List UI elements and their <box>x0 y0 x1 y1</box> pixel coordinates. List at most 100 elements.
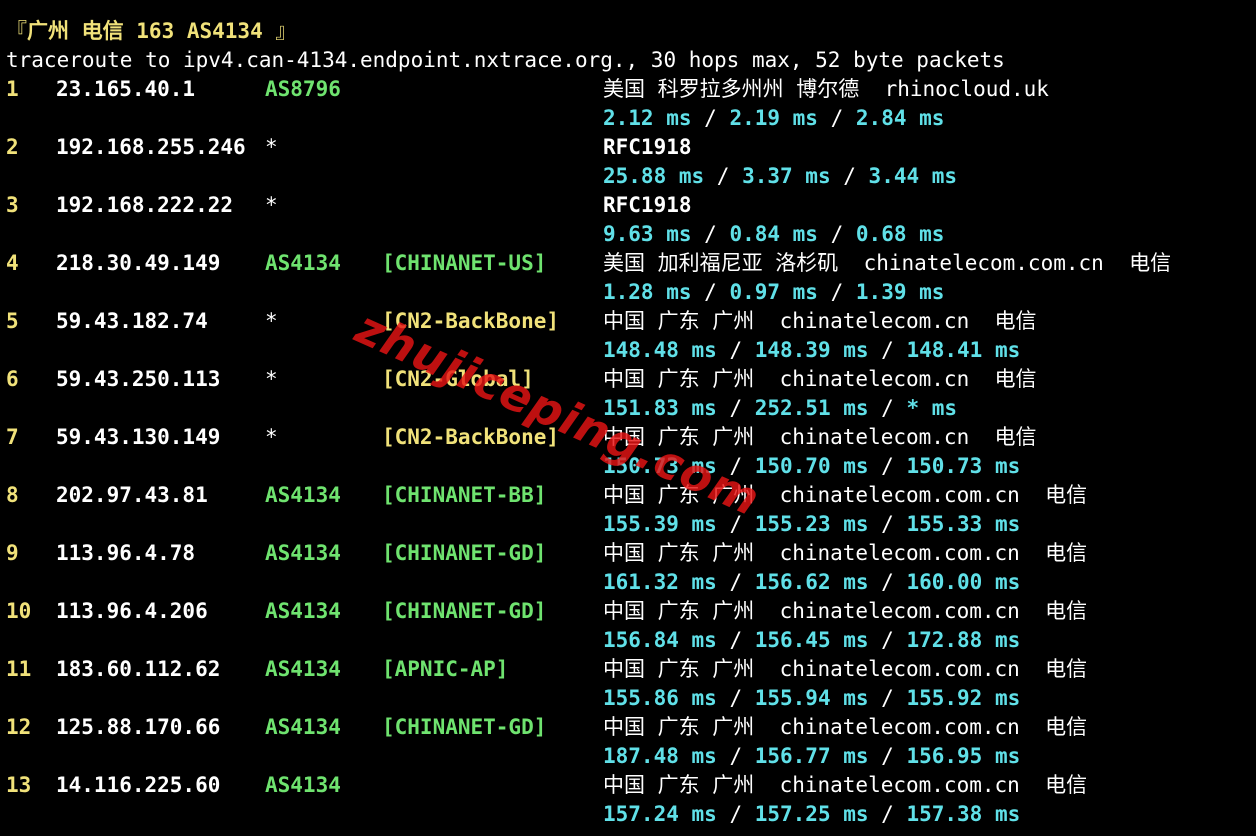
rtt-value: 3.44 ms <box>868 164 958 188</box>
hop-rtt-line: 9.63 ms / 0.84 ms / 0.68 ms <box>603 220 944 249</box>
hop-ip: 125.88.170.66 <box>56 715 221 739</box>
hop-asn: * <box>265 135 278 159</box>
hop-rtt-line: 161.32 ms / 156.62 ms / 160.00 ms <box>603 568 1020 597</box>
hop-ip: 183.60.112.62 <box>56 657 221 681</box>
hop-rtt-line: 155.86 ms / 155.94 ms / 155.92 ms <box>603 684 1020 713</box>
rtt-value: 148.41 ms <box>906 338 1021 362</box>
rtt-separator: / <box>691 222 730 246</box>
rtt-separator: / <box>868 570 907 594</box>
hop-ip: 202.97.43.81 <box>56 483 208 507</box>
rtt-separator: / <box>868 686 907 710</box>
hop-ip: 192.168.255.246 <box>56 135 246 159</box>
hop-asn: AS4134 <box>265 251 341 275</box>
hop-asn: * <box>265 425 278 449</box>
hop-ip: 113.96.4.206 <box>56 599 208 623</box>
hop-number: 6 <box>6 367 19 391</box>
hop-rtt-line: 156.84 ms / 156.45 ms / 172.88 ms <box>603 626 1020 655</box>
rtt-value: 157.24 ms <box>603 802 717 826</box>
rtt-value: 172.88 ms <box>906 628 1021 652</box>
hop-rtt-line: 25.88 ms / 3.37 ms / 3.44 ms <box>603 162 957 191</box>
watermark: zhujiceping.com <box>348 300 890 527</box>
rtt-value: 2.19 ms <box>729 106 818 130</box>
hop-asn: AS4134 <box>265 773 341 797</box>
rtt-separator: / <box>868 744 907 768</box>
hop-ip: 59.43.250.113 <box>56 367 221 391</box>
rtt-value: 157.38 ms <box>906 802 1021 826</box>
hop-number: 3 <box>6 193 19 217</box>
rtt-value: 156.62 ms <box>754 570 869 594</box>
hop-geo: 中国 广东 广州 chinatelecom.com.cn 电信 <box>603 541 1088 565</box>
hop-geo: RFC1918 <box>603 135 692 159</box>
hop-ip: 113.96.4.78 <box>56 541 196 565</box>
hop-ip: 59.43.130.149 <box>56 425 221 449</box>
title-open-bracket: 『 <box>6 19 27 43</box>
hop-geo: 美国 科罗拉多州州 博尔德 rhinocloud.uk <box>603 77 1049 101</box>
rtt-value: 155.92 ms <box>906 686 1021 710</box>
hop-rtt-line: 187.48 ms / 156.77 ms / 156.95 ms <box>603 742 1020 771</box>
rtt-value: 9.63 ms <box>603 222 692 246</box>
hop-number: 13 <box>6 773 32 797</box>
rtt-value: 156.45 ms <box>754 628 869 652</box>
hop-asn: * <box>265 309 278 333</box>
terminal-window: 『广州 电信 163 AS4134 』 traceroute to ipv4.c… <box>0 0 1256 836</box>
trace-title: 『广州 电信 163 AS4134 』 <box>6 17 296 46</box>
hop-number: 5 <box>6 309 19 333</box>
rtt-value: 155.39 ms <box>603 512 717 536</box>
rtt-value: 161.32 ms <box>603 570 717 594</box>
rtt-value: 155.94 ms <box>754 686 869 710</box>
hop-asn: AS4134 <box>265 599 341 623</box>
title-close-bracket: 』 <box>262 19 297 43</box>
rtt-separator: / <box>868 802 907 826</box>
rtt-value: 2.84 ms <box>855 106 945 130</box>
hop-ip: 23.165.40.1 <box>56 77 196 101</box>
hop-rtt-line: 2.12 ms / 2.19 ms / 2.84 ms <box>603 104 944 133</box>
hop-rtt-line: 155.39 ms / 155.23 ms / 155.33 ms <box>603 510 1020 539</box>
hop-ip: 59.43.182.74 <box>56 309 208 333</box>
rtt-separator: / <box>830 164 869 188</box>
rtt-separator: / <box>868 512 907 536</box>
hop-number: 11 <box>6 657 32 681</box>
rtt-separator: / <box>716 570 755 594</box>
title-text: 广州 电信 163 AS4134 <box>27 19 263 43</box>
rtt-value: 156.95 ms <box>906 744 1021 768</box>
hop-ip: 218.30.49.149 <box>56 251 221 275</box>
hop-number: 1 <box>6 77 19 101</box>
hop-asn: AS4134 <box>265 541 341 565</box>
hop-number: 8 <box>6 483 19 507</box>
hop-asn: AS4134 <box>265 483 341 507</box>
rtt-separator: / <box>716 802 755 826</box>
hop-ip: 14.116.225.60 <box>56 773 221 797</box>
hop-number: 9 <box>6 541 19 565</box>
hop-rtt-line: 157.24 ms / 157.25 ms / 157.38 ms <box>603 800 1020 829</box>
hop-asn: AS8796 <box>265 77 341 101</box>
rtt-value: 157.25 ms <box>754 802 869 826</box>
rtt-value: 156.77 ms <box>754 744 869 768</box>
rtt-separator: / <box>716 628 755 652</box>
rtt-value: 3.37 ms <box>742 164 831 188</box>
watermark-text: zhujiceping.com <box>348 300 769 527</box>
traceroute-command-line: traceroute to ipv4.can-4134.endpoint.nxt… <box>6 48 1005 72</box>
hop-number: 7 <box>6 425 19 449</box>
rtt-value: 2.12 ms <box>603 106 692 130</box>
hop-network-tag: [CHINANET-GD] <box>382 715 547 739</box>
rtt-value: 25.88 ms <box>603 164 705 188</box>
rtt-separator: / <box>716 744 755 768</box>
rtt-value: 0.84 ms <box>729 222 818 246</box>
hop-network-tag: [CHINANET-GD] <box>382 541 547 565</box>
rtt-value: 0.68 ms <box>855 222 945 246</box>
rtt-separator: / <box>817 106 856 130</box>
rtt-value: 160.00 ms <box>906 570 1021 594</box>
hop-geo: RFC1918 <box>603 193 692 217</box>
rtt-value: 155.23 ms <box>754 512 869 536</box>
rtt-separator: / <box>868 628 907 652</box>
hop-network-tag: [CHINANET-GD] <box>382 599 547 623</box>
rtt-separator: / <box>716 686 755 710</box>
rtt-separator: / <box>691 106 730 130</box>
hop-geo: 中国 广东 广州 chinatelecom.com.cn 电信 <box>603 657 1088 681</box>
rtt-value: 155.86 ms <box>603 686 717 710</box>
hop-asn: AS4134 <box>265 715 341 739</box>
rtt-value: 150.73 ms <box>906 454 1021 478</box>
hop-network-tag: [CHINANET-US] <box>382 251 547 275</box>
hop-ip: 192.168.222.22 <box>56 193 234 217</box>
hop-geo: 中国 广东 广州 chinatelecom.com.cn 电信 <box>603 599 1088 623</box>
